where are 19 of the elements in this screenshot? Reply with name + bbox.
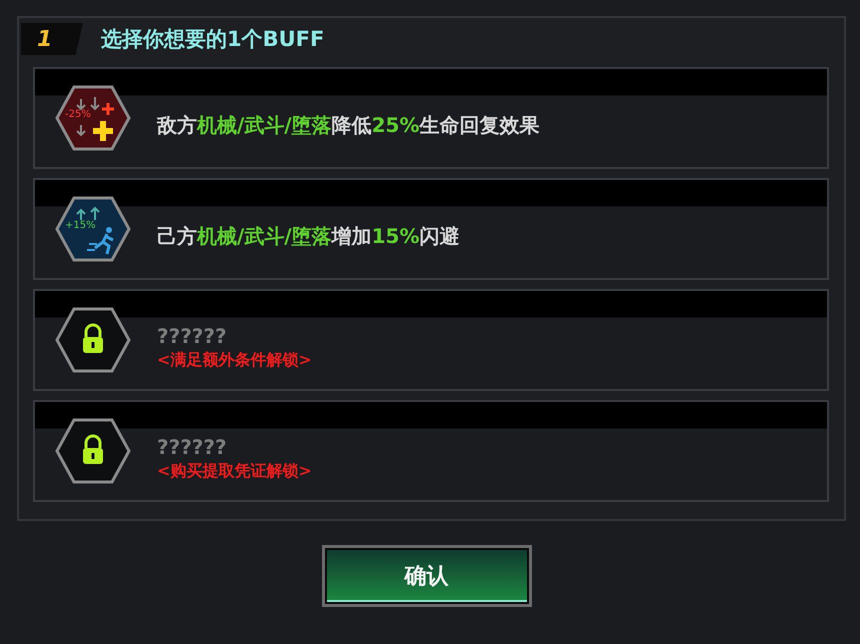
debuff-hexagon-icon bbox=[55, 85, 131, 151]
confirm-button[interactable]: 确认 bbox=[322, 545, 532, 607]
buff-hexagon-icon bbox=[55, 196, 131, 262]
panel-title: 选择你想要的1个BUFF bbox=[101, 26, 324, 53]
hidden-buff-name: ?????? bbox=[157, 324, 228, 348]
unlock-condition: <购买提取凭证解锁> bbox=[157, 460, 312, 482]
padlock-icon bbox=[55, 307, 131, 373]
percent-label: +15% bbox=[65, 220, 96, 231]
locked-option-card[interactable]: ?????? <购买提取凭证解锁> bbox=[33, 400, 829, 502]
buff-description: 己方机械/武斗/堕落增加15%闪避 bbox=[157, 222, 460, 250]
unlock-condition: <满足额外条件解锁> bbox=[157, 350, 312, 370]
buff-option-card[interactable]: -25% 敌方机械/武斗/堕落降低25%生命回复效果 bbox=[33, 67, 829, 169]
padlock-icon bbox=[55, 418, 131, 484]
step-number: 1 bbox=[21, 23, 83, 55]
hidden-buff-name: ?????? bbox=[157, 434, 228, 458]
locked-option-card[interactable]: ?????? <满足额外条件解锁> bbox=[33, 289, 829, 391]
percent-label: -25% bbox=[65, 109, 91, 120]
buff-description: 敌方机械/武斗/堕落降低25%生命回复效果 bbox=[157, 112, 540, 138]
buff-option-card[interactable]: +15% 己方机械/武斗/堕落增加15%闪避 bbox=[33, 178, 829, 280]
